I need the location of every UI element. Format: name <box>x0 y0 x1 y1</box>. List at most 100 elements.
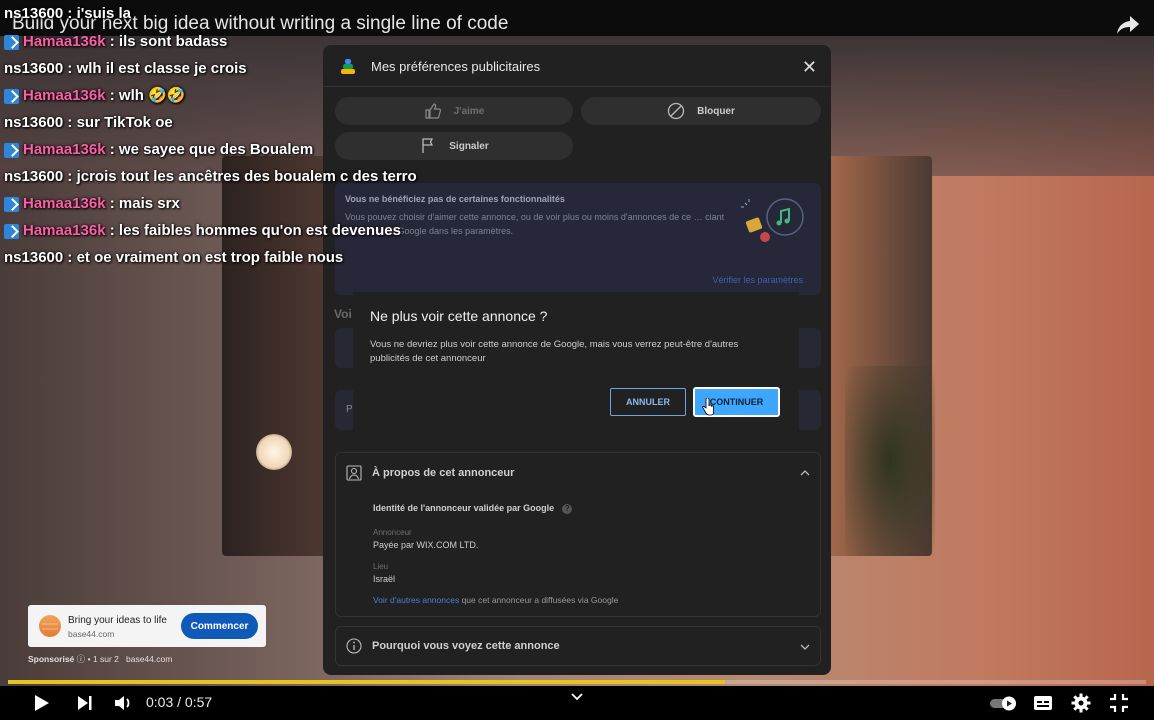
plant-silhouette <box>845 366 935 556</box>
chat-username: ns13600 <box>4 5 64 22</box>
chat-message: Hamaa136k : we sayee que des Boualem <box>4 139 313 161</box>
notice-title: Vous ne bénéficiez pas de certaines fonc… <box>345 194 565 204</box>
ad-meta-domain[interactable]: base44.com <box>126 654 172 664</box>
other-ads-suffix: que cet annonceur a diffusées via Google <box>459 595 619 605</box>
ad-info-icon[interactable]: ⓘ <box>77 654 86 664</box>
person-icon <box>346 465 362 481</box>
chat-message: Hamaa136k : wlh 🤣🤣 <box>4 85 185 107</box>
verified-label: Identité de l'annonceur validée par Goog… <box>373 503 555 513</box>
like-button[interactable]: J'aime <box>335 97 573 125</box>
moderator-badge-icon <box>4 34 19 50</box>
chat-message: ns13600 : et oe vraiment on est trop fai… <box>4 247 343 269</box>
chat-text: wlh il est classe je crois <box>76 60 247 77</box>
moderator-badge-icon <box>4 196 19 212</box>
settings-gear-icon[interactable] <box>1070 692 1092 714</box>
ad-headline: Bring your ideas to life <box>68 615 167 626</box>
subtitles-icon[interactable] <box>1032 692 1054 714</box>
chevron-down-icon[interactable] <box>571 692 583 702</box>
exit-fullscreen-icon[interactable] <box>1108 692 1130 714</box>
sponsored-ad-card[interactable]: Bring your ideas to life base44.com Comm… <box>28 605 266 647</box>
time-separator: / <box>177 694 182 710</box>
progress-bar[interactable] <box>8 680 1146 684</box>
player-controls: 0:03 / 0:57 <box>0 686 1154 720</box>
chat-text: wlh 🤣🤣 <box>118 87 186 104</box>
chat-username: ns13600 <box>4 60 64 77</box>
notice-text: Vous pouvez choisir d'aimer cette annonc… <box>345 212 725 236</box>
chat-text: i'suis la <box>76 5 131 22</box>
music-illustration-icon <box>741 198 804 242</box>
chat-text: les faibles hommes qu'on est devenues <box>118 222 401 239</box>
ad-domain: base44.com <box>68 629 115 639</box>
progress-fill <box>8 680 725 684</box>
cancel-button[interactable]: ANNULER <box>610 388 686 416</box>
location-label: Lieu <box>373 562 389 571</box>
chat-message: Hamaa136k : les faibles hommes qu'on est… <box>4 220 401 242</box>
report-label: Signaler <box>449 140 489 152</box>
chat-text: jcrois tout les ancêtres des boualem c d… <box>76 168 417 185</box>
dialog-title: Ne plus voir cette annonce ? <box>370 308 548 324</box>
advertiser-logo <box>39 615 61 637</box>
play-icon[interactable] <box>30 692 52 714</box>
ad-position: • 1 sur 2 <box>87 654 119 664</box>
chat-text: et oe vraiment on est trop faible nous <box>76 249 344 266</box>
why-this-ad-title: Pourquoi vous voyez cette annonce <box>372 640 560 652</box>
report-button[interactable]: Signaler <box>335 132 573 160</box>
sponsored-label: Sponsorisé <box>28 654 75 664</box>
about-advertiser-section: À propos de cet annonceur Identité de l'… <box>335 452 821 617</box>
confirm-dialog: Ne plus voir cette annonce ? Vous ne dev… <box>353 292 799 432</box>
mouse-cursor-icon <box>702 398 714 416</box>
ad-cta-button[interactable]: Commencer <box>181 613 258 639</box>
thumbs-up-icon <box>425 103 441 119</box>
time-total: 0:57 <box>184 694 213 710</box>
time-display: 0:03 / 0:57 <box>146 694 212 710</box>
about-advertiser-title[interactable]: À propos de cet annonceur <box>372 467 514 479</box>
block-icon <box>667 102 685 120</box>
close-icon[interactable]: ✕ <box>802 57 817 78</box>
autoplay-toggle-icon[interactable] <box>988 692 1020 714</box>
flag-icon <box>422 138 434 153</box>
partial-section-heading: Voi <box>334 307 352 321</box>
chat-username: Hamaa136k <box>23 195 106 212</box>
lamp-light <box>256 434 292 470</box>
why-this-ad-section[interactable]: Pourquoi vous voyez cette annonce <box>335 626 821 666</box>
advertiser-label: Annonceur <box>373 528 412 537</box>
chat-message: ns13600 : wlh il est classe je crois <box>4 58 247 80</box>
panel-title: Mes préférences publicitaires <box>371 59 541 74</box>
volume-icon[interactable] <box>112 692 134 714</box>
location-value: Israël <box>373 574 396 584</box>
info-icon <box>346 638 362 654</box>
chat-message: Hamaa136k : mais srx <box>4 193 180 215</box>
like-label: J'aime <box>453 105 485 117</box>
block-button[interactable]: Bloquer <box>581 97 821 125</box>
advertiser-value: Payée par WIX.COM LTD. <box>373 540 479 550</box>
chat-username: Hamaa136k <box>23 33 106 50</box>
chat-text: mais srx <box>118 195 180 212</box>
chat-text: we sayee que des Boualem <box>118 141 314 158</box>
other-ads-link[interactable]: Voir d'autres annonces <box>373 595 459 605</box>
chat-message: ns13600 : jcrois tout les ancêtres des b… <box>4 166 417 188</box>
chat-username: ns13600 <box>4 249 64 266</box>
other-ads-line: Voir d'autres annonces que cet annonceur… <box>373 595 618 605</box>
block-label: Bloquer <box>697 105 735 117</box>
chevron-up-icon[interactable] <box>800 468 810 478</box>
chat-username: Hamaa136k <box>23 141 106 158</box>
chat-username: Hamaa136k <box>23 87 106 104</box>
chat-username: Hamaa136k <box>23 222 106 239</box>
ad-meta: Sponsorisé ⓘ • 1 sur 2 base44.com <box>28 653 172 665</box>
chat-message: ns13600 : i'suis la <box>4 3 131 25</box>
dialog-body: Vous ne devriez plus voir cette annonce … <box>370 339 739 364</box>
ads-logo-icon <box>341 59 355 74</box>
chat-username: ns13600 <box>4 168 64 185</box>
verified-identity: Identité de l'annonceur validée par Goog… <box>373 503 573 514</box>
panel-header: Mes préférences publicitaires ✕ <box>323 45 831 87</box>
chevron-down-icon[interactable] <box>800 642 810 652</box>
moderator-badge-icon <box>4 223 19 239</box>
time-current: 0:03 <box>146 694 174 710</box>
faded-row-label: P <box>346 404 353 415</box>
settings-link[interactable]: Vérifier les paramètres <box>712 275 803 285</box>
help-icon[interactable]: ? <box>562 504 573 514</box>
chat-text: sur TikTok oe <box>76 114 173 131</box>
next-icon[interactable] <box>74 692 96 714</box>
chat-username: ns13600 <box>4 114 64 131</box>
share-icon[interactable] <box>1116 14 1140 36</box>
